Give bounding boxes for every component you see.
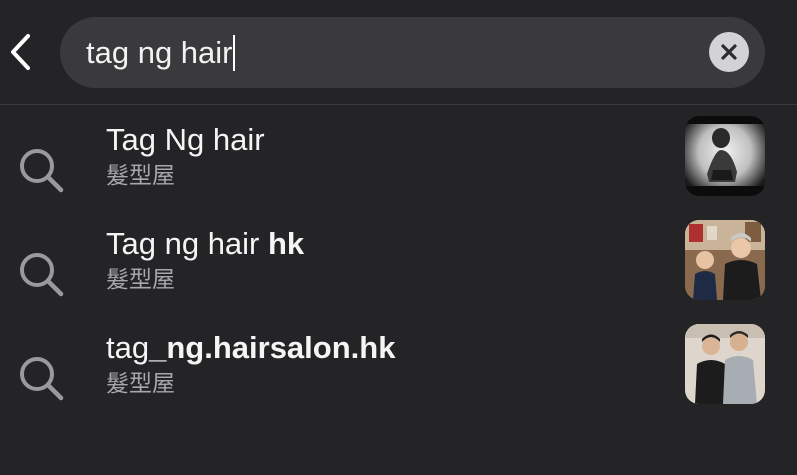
search-screen: tag ng hair Tag Ng hair 髮型屋 Tag ng hair … bbox=[0, 0, 797, 475]
search-result-item[interactable]: tag_ng.hairsalon.hk 髮型屋 bbox=[0, 324, 797, 428]
search-query-value: tag ng hair bbox=[86, 35, 233, 70]
search-header: tag ng hair bbox=[0, 0, 797, 105]
result-thumbnail bbox=[685, 324, 765, 404]
clear-search-button[interactable] bbox=[709, 32, 749, 72]
result-subtitle: 髮型屋 bbox=[106, 370, 175, 396]
result-subtitle: 髮型屋 bbox=[106, 162, 175, 188]
search-result-item[interactable]: Tag ng hair hk 髮型屋 bbox=[0, 220, 797, 324]
result-thumbnail bbox=[685, 220, 765, 300]
search-result-item[interactable]: Tag Ng hair 髮型屋 bbox=[0, 116, 797, 220]
search-input[interactable]: tag ng hair bbox=[60, 17, 765, 88]
clear-icon bbox=[721, 44, 737, 60]
result-thumbnail bbox=[685, 116, 765, 196]
back-button[interactable] bbox=[0, 20, 40, 84]
text-caret bbox=[232, 35, 235, 71]
search-icon bbox=[17, 354, 65, 402]
search-icon bbox=[17, 250, 65, 298]
search-query-text[interactable]: tag ng hair bbox=[86, 35, 235, 71]
result-title: tag_ng.hairsalon.hk bbox=[106, 330, 396, 365]
result-title: Tag ng hair hk bbox=[106, 226, 305, 261]
result-subtitle: 髮型屋 bbox=[106, 266, 175, 292]
search-icon bbox=[17, 146, 65, 194]
result-title: Tag Ng hair bbox=[106, 122, 265, 157]
chevron-left-icon bbox=[11, 34, 30, 70]
